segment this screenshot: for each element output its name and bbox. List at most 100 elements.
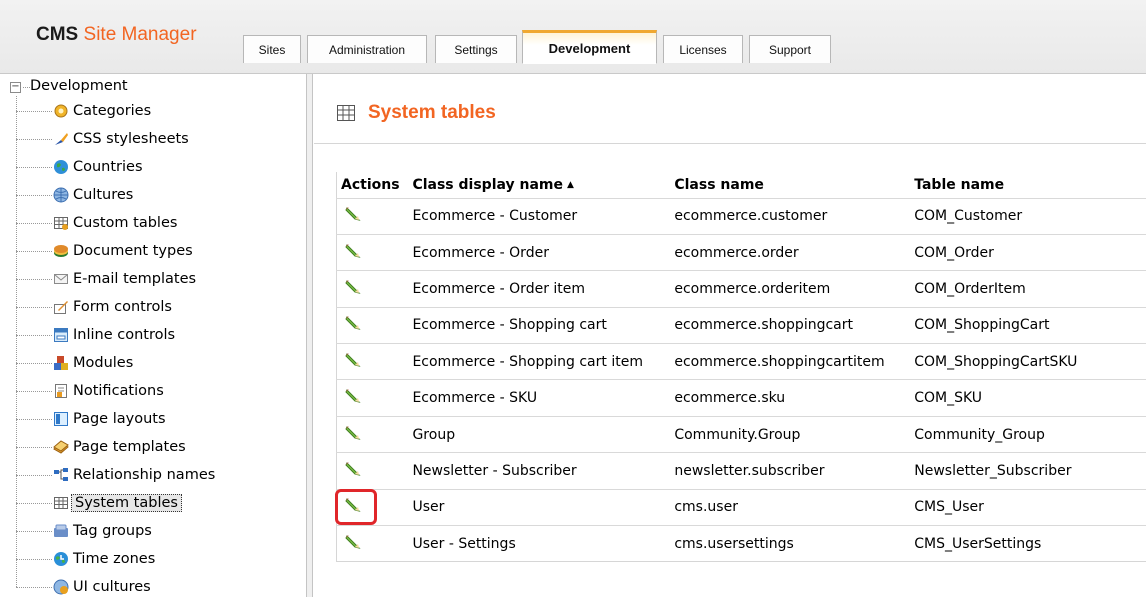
cell-class-display-name: User	[408, 489, 670, 525]
cell-table-name: COM_ShoppingCart	[910, 307, 1146, 343]
edit-button[interactable]	[341, 493, 371, 521]
table-row: User cms.user CMS_User	[337, 489, 1146, 525]
collapse-toggle-icon[interactable]: −	[10, 82, 21, 93]
tree-item-relationship-names[interactable]: Relationship names	[16, 464, 217, 486]
tree-item-inline-controls[interactable]: Inline controls	[16, 324, 177, 346]
tree-item-css-stylesheets[interactable]: CSS stylesheets	[16, 128, 191, 150]
tree-item-cultures[interactable]: Cultures	[16, 184, 135, 206]
tree-item-label: Page templates	[71, 439, 188, 455]
tree-item-form-controls[interactable]: Form controls	[16, 296, 174, 318]
column-header-class-display-name[interactable]: Class display name▲	[408, 172, 670, 198]
tree-item-ui-cultures[interactable]: UI cultures	[16, 576, 153, 598]
tree-item-custom-tables[interactable]: Custom tables	[16, 212, 179, 234]
tag-groups-icon	[53, 523, 69, 539]
tree-item-label: CSS stylesheets	[71, 131, 191, 147]
tree-item-page-templates[interactable]: Page templates	[16, 436, 188, 458]
cell-table-name: CMS_User	[910, 489, 1146, 525]
title-divider	[314, 143, 1146, 144]
tab-label: Administration	[329, 43, 405, 57]
tree-item-label: Notifications	[71, 383, 166, 399]
cell-table-name: Community_Group	[910, 416, 1146, 452]
edit-button[interactable]	[341, 457, 371, 485]
table-row: Ecommerce - Shopping cart item ecommerce…	[337, 344, 1146, 380]
time-zones-icon	[53, 551, 69, 567]
tab-support[interactable]: Support	[749, 35, 831, 63]
custom-tables-icon	[53, 215, 69, 231]
tree-item-label: Tag groups	[71, 523, 154, 539]
tree-item-time-zones[interactable]: Time zones	[16, 548, 157, 570]
tab-sites[interactable]: Sites	[243, 35, 301, 63]
column-header-actions: Actions	[337, 172, 409, 198]
tab-label: Sites	[259, 43, 286, 57]
relationship-names-icon	[53, 467, 69, 483]
pencil-edit-icon	[344, 460, 362, 478]
categories-icon	[53, 103, 69, 119]
tree-item-email-templates[interactable]: E-mail templates	[16, 268, 198, 290]
tree-item-document-types[interactable]: Document types	[16, 240, 195, 262]
edit-button[interactable]	[341, 239, 371, 267]
tab-administration[interactable]: Administration	[307, 35, 427, 63]
tab-settings[interactable]: Settings	[435, 35, 517, 63]
tree-item-modules[interactable]: Modules	[16, 352, 135, 374]
edit-button[interactable]	[341, 275, 371, 303]
column-header-label: Class display name	[412, 177, 563, 193]
edit-button[interactable]	[341, 348, 371, 376]
table-icon	[336, 103, 356, 123]
grid-header-row: Actions Class display name▲ Class name T…	[337, 172, 1146, 198]
cell-table-name: COM_ShoppingCartSKU	[910, 344, 1146, 380]
tree-item-tag-groups[interactable]: Tag groups	[16, 520, 154, 542]
pencil-edit-icon	[344, 205, 362, 223]
cell-class-name: ecommerce.customer	[670, 198, 910, 234]
pencil-edit-icon	[344, 242, 362, 260]
email-templates-icon	[53, 271, 69, 287]
tab-label: Licenses	[679, 43, 726, 57]
tree-item-system-tables[interactable]: System tables	[16, 492, 182, 514]
cell-table-name: COM_Customer	[910, 198, 1146, 234]
tree-item-label: Form controls	[71, 299, 174, 315]
tree-item-notifications[interactable]: Notifications	[16, 380, 166, 402]
table-row: Ecommerce - Order ecommerce.order COM_Or…	[337, 234, 1146, 270]
cell-class-name: ecommerce.sku	[670, 380, 910, 416]
tree-root-development[interactable]: − Development	[10, 76, 128, 96]
table-row: Ecommerce - Customer ecommerce.customer …	[337, 198, 1146, 234]
edit-button[interactable]	[341, 202, 371, 230]
column-header-class-name[interactable]: Class name	[670, 172, 910, 198]
tree-item-label: System tables	[71, 494, 182, 512]
edit-button[interactable]	[341, 530, 371, 558]
tree-item-label: UI cultures	[71, 579, 153, 595]
cell-class-name: newsletter.subscriber	[670, 453, 910, 489]
tree-item-label: Countries	[71, 159, 145, 175]
page-title: System tables	[368, 102, 496, 124]
cell-class-display-name: Ecommerce - Customer	[408, 198, 670, 234]
table-row: Ecommerce - Order item ecommerce.orderit…	[337, 271, 1146, 307]
edit-button[interactable]	[341, 384, 371, 412]
tree-root-label: Development	[30, 78, 128, 94]
column-header-table-name[interactable]: Table name	[910, 172, 1146, 198]
tree-item-page-layouts[interactable]: Page layouts	[16, 408, 168, 430]
page-templates-icon	[53, 439, 69, 455]
pane-splitter[interactable]	[306, 74, 313, 597]
inline-controls-icon	[53, 327, 69, 343]
pencil-edit-icon	[344, 533, 362, 551]
cell-class-name: ecommerce.shoppingcart	[670, 307, 910, 343]
table-row: Newsletter - Subscriber newsletter.subsc…	[337, 453, 1146, 489]
cell-class-display-name: Ecommerce - Shopping cart item	[408, 344, 670, 380]
system-tables-icon	[53, 495, 69, 511]
pencil-edit-icon	[344, 278, 362, 296]
tree-item-label: Page layouts	[71, 411, 168, 427]
tree-item-label: Document types	[71, 243, 195, 259]
tree-item-countries[interactable]: Countries	[16, 156, 145, 178]
notifications-icon	[53, 383, 69, 399]
table-row: Ecommerce - Shopping cart ecommerce.shop…	[337, 307, 1146, 343]
edit-button[interactable]	[341, 421, 371, 449]
edit-button[interactable]	[341, 311, 371, 339]
cell-table-name: COM_Order	[910, 234, 1146, 270]
cell-class-display-name: Ecommerce - SKU	[408, 380, 670, 416]
tab-licenses[interactable]: Licenses	[663, 35, 743, 63]
tree-item-categories[interactable]: Categories	[16, 100, 153, 122]
tab-development[interactable]: Development	[522, 30, 657, 64]
cultures-icon	[53, 187, 69, 203]
tree-item-label: Modules	[71, 355, 135, 371]
cell-class-display-name: Group	[408, 416, 670, 452]
document-types-icon	[53, 243, 69, 259]
